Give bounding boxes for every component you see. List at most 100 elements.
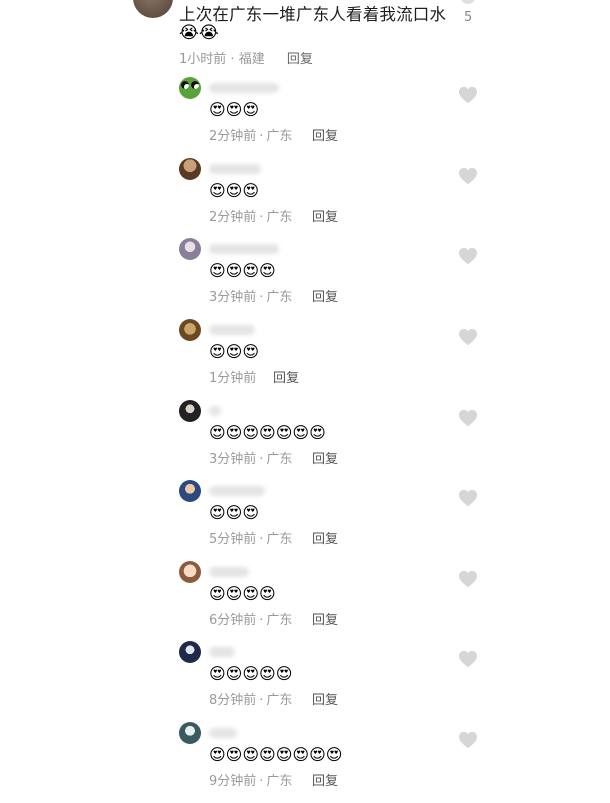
- meta-separator: ·: [259, 129, 264, 144]
- reply-item: 😍😍😍😍 6分钟前 · 广东 回复: [0, 561, 610, 642]
- reply-item: 😍😍😍 2分钟前 · 广东 回复: [0, 158, 610, 239]
- reply-item: 😍😍😍😍😍 8分钟前 · 广东 回复: [0, 641, 610, 722]
- reply-meta: 8分钟前 · 广东 回复: [209, 689, 338, 708]
- heart-icon: [458, 489, 478, 507]
- like-button[interactable]: [458, 247, 478, 265]
- meta-separator: ·: [259, 452, 264, 467]
- avatar[interactable]: [179, 400, 201, 422]
- comment-emojis: 😭😭: [179, 23, 219, 43]
- reply-button[interactable]: 回复: [273, 367, 299, 386]
- reply-time: 5分钟前: [209, 532, 257, 547]
- reply-button[interactable]: 回复: [312, 286, 338, 305]
- reply-emojis: 😍😍😍: [209, 503, 260, 522]
- reply-button[interactable]: 回复: [312, 689, 338, 708]
- meta-separator: ·: [259, 532, 264, 547]
- reply-emojis: 😍😍😍😍: [209, 584, 276, 603]
- reply-time: 3分钟前: [209, 452, 257, 467]
- heart-icon: [458, 650, 478, 668]
- reply-time: 2分钟前: [209, 129, 257, 144]
- reply-time: 9分钟前: [209, 774, 257, 789]
- reply-emojis: 😍😍😍😍😍: [209, 664, 293, 683]
- reply-meta: 1分钟前 回复: [209, 367, 299, 386]
- avatar[interactable]: [179, 722, 201, 744]
- frog-avatar[interactable]: [179, 77, 201, 99]
- heart-icon: [458, 167, 478, 185]
- blurred-username: [209, 567, 249, 577]
- like-button[interactable]: [458, 86, 478, 104]
- reply-button[interactable]: 回复: [312, 448, 338, 467]
- reply-button[interactable]: 回复: [312, 528, 338, 547]
- reply-item: 😍😍😍😍😍😍😍 3分钟前 · 广东 回复: [0, 400, 610, 481]
- reply-location: 广东: [266, 693, 293, 708]
- reply-meta: 3分钟前 · 广东 回复: [209, 286, 338, 305]
- heart-icon: [458, 86, 478, 104]
- reply-meta: 5分钟前 · 广东 回复: [209, 528, 338, 547]
- heart-icon: [458, 328, 478, 346]
- like-button[interactable]: [458, 570, 478, 588]
- comment-time: 1小时前: [179, 52, 227, 67]
- reply-emojis: 😍😍😍😍😍😍😍: [209, 423, 326, 442]
- meta-separator: ·: [259, 693, 264, 708]
- blurred-username: [209, 325, 255, 335]
- reply-location: 广东: [266, 210, 293, 225]
- reply-item: 😍😍😍 1分钟前 回复: [0, 319, 610, 400]
- heart-icon: [458, 570, 478, 588]
- like-button[interactable]: 5: [458, 0, 478, 25]
- reply-time: 2分钟前: [209, 210, 257, 225]
- avatar[interactable]: [179, 319, 201, 341]
- reply-button[interactable]: 回复: [312, 206, 338, 225]
- like-button[interactable]: [458, 409, 478, 427]
- meta-separator: ·: [230, 52, 235, 67]
- avatar[interactable]: [179, 238, 201, 260]
- like-button[interactable]: [458, 731, 478, 749]
- heart-icon: [458, 731, 478, 749]
- reply-time: 8分钟前: [209, 693, 257, 708]
- like-button[interactable]: [458, 328, 478, 346]
- reply-meta: 3分钟前 · 广东 回复: [209, 448, 338, 467]
- reply-time: 3分钟前: [209, 290, 257, 305]
- like-button[interactable]: [458, 650, 478, 668]
- reply-emojis: 😍😍😍😍😍😍😍😍: [209, 745, 343, 764]
- blurred-username: [209, 164, 261, 174]
- heart-icon: [458, 247, 478, 265]
- reply-location: 广东: [266, 613, 293, 628]
- blurred-username: [209, 486, 265, 496]
- reply-item: 😍😍😍 2分钟前 · 广东 回复: [0, 77, 610, 158]
- blurred-username: [209, 647, 235, 657]
- reply-time: 6分钟前: [209, 613, 257, 628]
- avatar[interactable]: [133, 0, 173, 18]
- avatar[interactable]: [179, 561, 201, 583]
- blurred-username: [209, 406, 221, 416]
- reply-location: 广东: [266, 532, 293, 547]
- reply-location: 广东: [266, 452, 293, 467]
- comment-text: 上次在广东一堆广东人看着我流口水: [179, 5, 447, 24]
- avatar[interactable]: [179, 158, 201, 180]
- reply-button[interactable]: 回复: [287, 52, 313, 67]
- meta-separator: ·: [259, 290, 264, 305]
- reply-button[interactable]: 回复: [312, 125, 338, 144]
- reply-time: 1分钟前: [209, 371, 257, 386]
- reply-emojis: 😍😍😍: [209, 100, 260, 119]
- reply-meta: 9分钟前 · 广东 回复: [209, 770, 338, 789]
- heart-icon: [461, 0, 475, 4]
- blurred-username: [209, 244, 279, 254]
- reply-button[interactable]: 回复: [312, 770, 338, 789]
- avatar[interactable]: [179, 480, 201, 502]
- meta-separator: ·: [259, 210, 264, 225]
- reply-button[interactable]: 回复: [312, 609, 338, 628]
- comment-meta: 1小时前 · 福建 回复: [179, 48, 313, 67]
- reply-emojis: 😍😍😍: [209, 342, 260, 361]
- reply-emojis: 😍😍😍😍: [209, 261, 276, 280]
- reply-emojis: 😍😍😍: [209, 181, 260, 200]
- reply-item: 😍😍😍 5分钟前 · 广东 回复: [0, 480, 610, 561]
- reply-item: 😍😍😍😍 3分钟前 · 广东 回复: [0, 238, 610, 319]
- avatar[interactable]: [179, 641, 201, 663]
- like-button[interactable]: [458, 167, 478, 185]
- comment-location: 福建: [238, 52, 265, 67]
- reply-meta: 6分钟前 · 广东 回复: [209, 609, 338, 628]
- meta-separator: ·: [259, 774, 264, 789]
- like-button[interactable]: [458, 489, 478, 507]
- reply-location: 广东: [266, 290, 293, 305]
- reply-location: 广东: [266, 129, 293, 144]
- reply-item: 😍😍😍😍😍😍😍😍 9分钟前 · 广东 回复: [0, 722, 610, 803]
